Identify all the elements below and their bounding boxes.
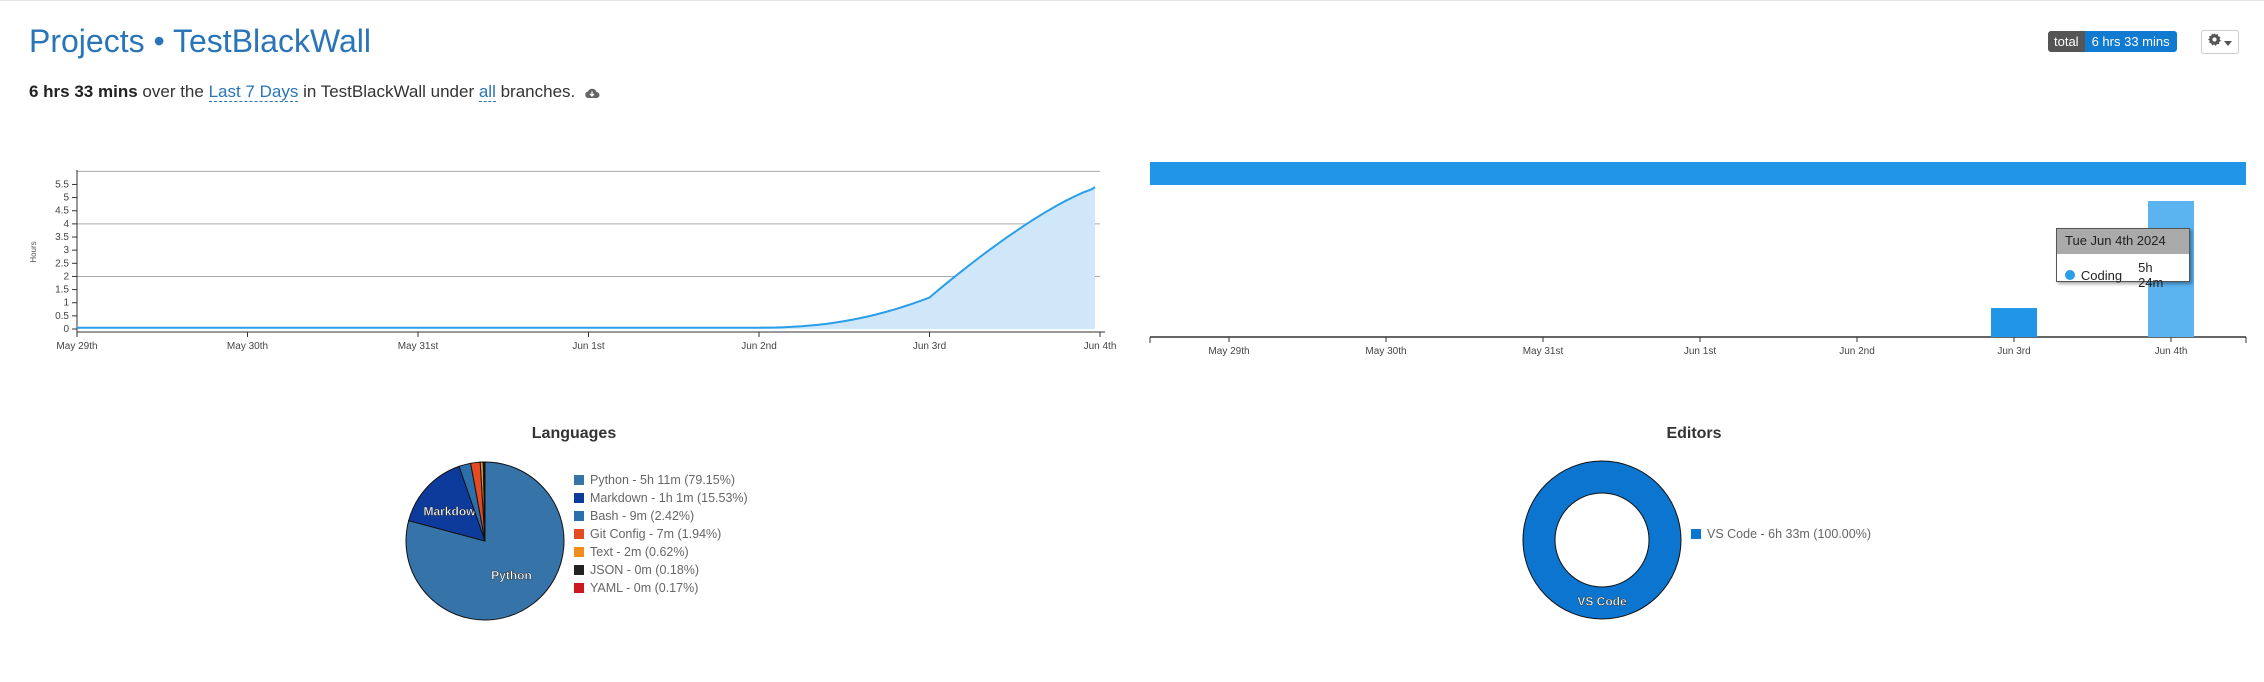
y-tick-label: 1.5 — [55, 285, 69, 296]
legend-item[interactable]: Markdown - 1h 1m (15.53%) — [574, 489, 748, 507]
charts-canvas: 0 0.5 1 1.5 2 2.5 3 3.5 4 4.5 5 5.5 Hours May 29th May… — [29, 162, 2247, 621]
bar-tooltip: Tue Jun 4th 2024 Coding 5h 24m — [2056, 228, 2190, 290]
legend-swatch — [574, 529, 584, 539]
donut-hole — [1554, 492, 1650, 588]
area-fill — [759, 187, 1095, 329]
legend-swatch — [574, 511, 584, 521]
editors-title: Editors — [1666, 425, 1722, 442]
legend-item[interactable]: Git Config - 7m (1.94%) — [574, 525, 748, 543]
legend-label: Bash - 9m (2.42%) — [590, 509, 695, 523]
x-tick-label: Jun 2nd — [1839, 346, 1875, 357]
x-tick-label: Jun 2nd — [741, 341, 777, 352]
pie-slice-label: Python — [491, 568, 532, 582]
legend-label: Python - 5h 11m (79.15%) — [590, 473, 735, 487]
languages-pie-chart: PythonMarkdown — [405, 461, 565, 621]
editors-donut-chart: VS Code — [1522, 460, 1682, 620]
legend-item[interactable]: Bash - 9m (2.42%) — [574, 507, 748, 525]
x-tick-label: May 29th — [56, 341, 97, 352]
y-tick-label: 2.5 — [55, 258, 69, 269]
y-tick-label: 5 — [63, 193, 69, 204]
y-tick-label: 4 — [63, 219, 69, 230]
legend-item[interactable]: YAML - 0m (0.17%) — [574, 579, 748, 597]
y-tick-label: 5.5 — [55, 179, 69, 190]
legend-item[interactable]: VS Code - 6h 33m (100.00%) — [1691, 525, 1871, 543]
legend-label: Markdown - 1h 1m (15.53%) — [590, 491, 748, 505]
x-tick-label: Jun 3rd — [913, 341, 946, 352]
y-tick-label: 3 — [63, 245, 69, 256]
bar — [1991, 308, 2037, 337]
y-axis-label: Hours — [29, 241, 38, 262]
y-tick-label: 0 — [63, 324, 69, 335]
tooltip-value: 5h 24m — [2138, 260, 2164, 290]
x-tick-label: May 29th — [1208, 346, 1249, 357]
y-tick-label: 4.5 — [55, 206, 69, 217]
y-tick-label: 0.5 — [55, 311, 69, 322]
y-tick-label: 1 — [63, 298, 69, 309]
legend-label: VS Code - 6h 33m (100.00%) — [1707, 527, 1871, 541]
legend-label: Git Config - 7m (1.94%) — [590, 527, 722, 541]
legend-item[interactable]: JSON - 0m (0.18%) — [574, 561, 748, 579]
x-tick-label: Jun 1st — [1684, 346, 1716, 357]
x-tick-label: Jun 1st — [572, 341, 604, 352]
legend-item[interactable]: Text - 2m (0.62%) — [574, 543, 748, 561]
legend-swatch — [574, 583, 584, 593]
legend-label: YAML - 0m (0.17%) — [590, 581, 699, 595]
timeline-bar — [1150, 162, 2246, 185]
legend-label: JSON - 0m (0.18%) — [590, 563, 700, 577]
editors-legend: VS Code - 6h 33m (100.00%) — [1691, 525, 1871, 543]
legend-swatch — [574, 493, 584, 503]
tooltip-date: Tue Jun 4th 2024 — [2057, 229, 2189, 254]
x-tick-label: Jun 4th — [2155, 346, 2188, 357]
y-tick-label: 2 — [63, 271, 69, 282]
x-tick-label: May 31st — [398, 341, 439, 352]
legend-swatch — [574, 475, 584, 485]
legend-swatch — [574, 565, 584, 575]
area-chart: 0 0.5 1 1.5 2 2.5 3 3.5 4 4.5 5 5.5 Hours May 29th May… — [29, 170, 1116, 352]
languages-title: Languages — [531, 425, 617, 442]
x-tick-label: May 30th — [227, 341, 268, 352]
x-tick-label: May 31st — [1523, 346, 1564, 357]
tooltip-label: Coding — [2080, 267, 2123, 283]
tooltip-series-dot — [2065, 270, 2075, 280]
x-tick-label: May 30th — [1365, 346, 1406, 357]
legend-item[interactable]: Python - 5h 11m (79.15%) — [574, 471, 748, 489]
languages-legend: Python - 5h 11m (79.15%) Markdown - 1h 1m… — [574, 471, 748, 597]
x-tick-label: Jun 4th — [1084, 341, 1117, 352]
y-tick-label: 3.5 — [55, 232, 69, 243]
x-tick-label: Jun 3rd — [1997, 346, 2030, 357]
pie-slice-label: VS Code — [1577, 595, 1627, 609]
legend-label: Text - 2m (0.62%) — [590, 545, 689, 559]
legend-swatch — [1691, 529, 1701, 539]
legend-swatch — [574, 547, 584, 557]
